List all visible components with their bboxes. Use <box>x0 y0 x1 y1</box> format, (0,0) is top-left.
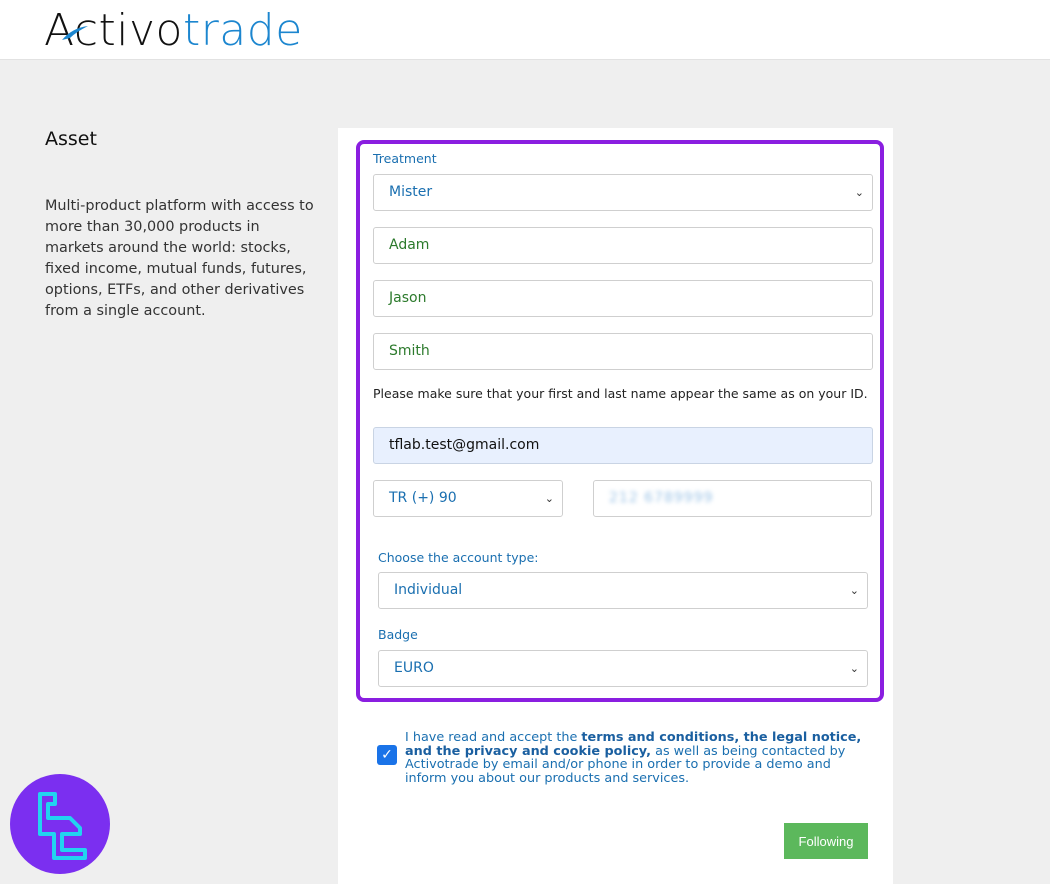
treatment-value: Mister <box>389 184 433 200</box>
phone-number-value: 212 6789999 <box>609 490 714 506</box>
treatment-label: Treatment <box>373 151 437 166</box>
last-name-value: Smith <box>389 343 430 359</box>
account-type-value: Individual <box>394 582 463 598</box>
phone-code-value: TR (+) 90 <box>389 490 457 506</box>
logo-text-trade: trade <box>182 5 303 56</box>
consent-text: I have read and accept the terms and con… <box>405 731 875 785</box>
name-note: Please make sure that your first and las… <box>373 386 868 401</box>
first-name-input[interactable]: Adam <box>373 227 873 264</box>
email-value: tflab.test@gmail.com <box>389 437 540 453</box>
chevron-down-icon: ⌄ <box>544 492 554 505</box>
consent-checkbox[interactable]: ✓ <box>377 745 397 765</box>
phone-number-input[interactable]: 212 6789999 <box>593 480 872 517</box>
middle-name-value: Jason <box>389 290 427 306</box>
badge-select[interactable]: EURO ⌄ <box>378 650 868 687</box>
account-type-select[interactable]: Individual ⌄ <box>378 572 868 609</box>
logo-swoosh-icon <box>62 26 88 40</box>
first-name-value: Adam <box>389 237 430 253</box>
tl-logo-svg <box>38 792 87 860</box>
treatment-select[interactable]: Mister ⌄ <box>373 174 873 211</box>
middle-name-input[interactable]: Jason <box>373 280 873 317</box>
asset-info: Asset Multi-product platform with access… <box>45 128 315 322</box>
badge-value: EURO <box>394 660 434 676</box>
phone-code-select[interactable]: TR (+) 90 ⌄ <box>373 480 563 517</box>
following-button[interactable]: Following <box>784 823 868 859</box>
site-header: Activotrade <box>0 0 1050 60</box>
checkmark-icon: ✓ <box>381 747 393 763</box>
chevron-down-icon: ⌄ <box>849 584 859 597</box>
chevron-down-icon: ⌄ <box>849 662 859 675</box>
account-type-label: Choose the account type: <box>378 550 539 565</box>
badge-label: Badge <box>378 627 418 642</box>
activotrade-logo[interactable]: Activotrade <box>44 4 303 58</box>
chevron-down-icon: ⌄ <box>854 186 864 199</box>
last-name-input[interactable]: Smith <box>373 333 873 370</box>
highlight-box <box>356 140 884 702</box>
asset-description: Multi-product platform with access to mo… <box>45 198 314 319</box>
email-input[interactable]: tflab.test@gmail.com <box>373 427 873 464</box>
tl-logo-icon <box>10 774 110 874</box>
asset-title: Asset <box>45 128 97 150</box>
